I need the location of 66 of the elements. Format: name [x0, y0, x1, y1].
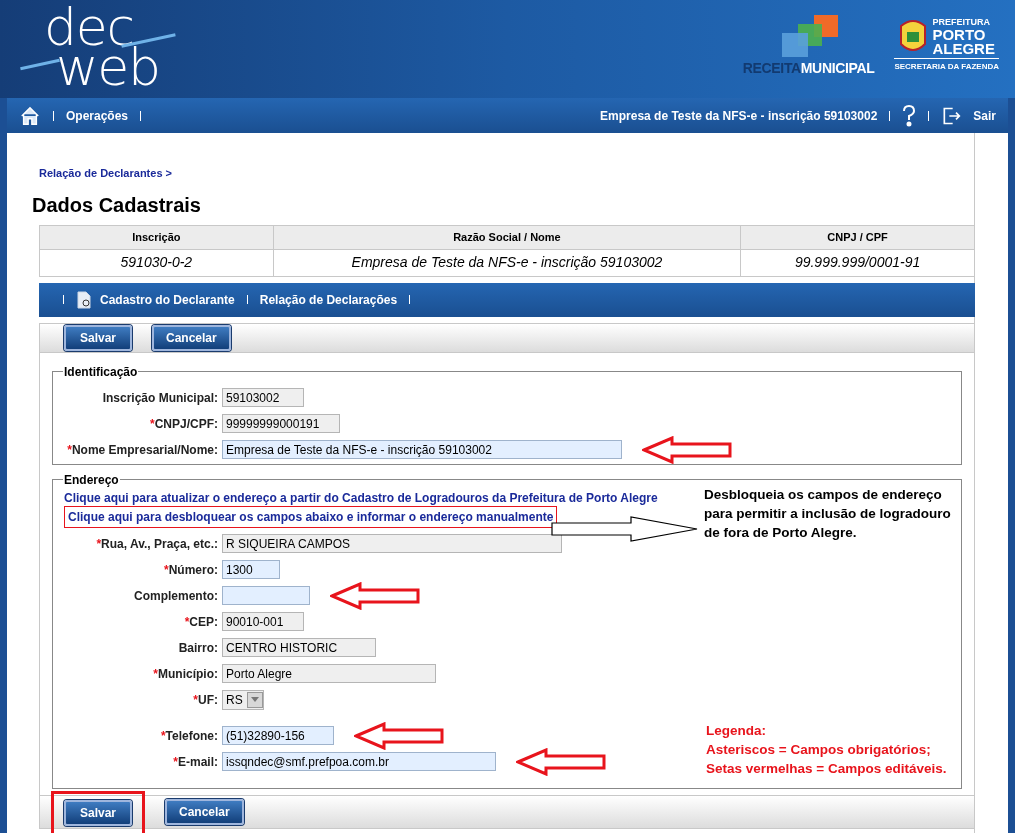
toolbar-button[interactable]: Salvar [64, 324, 132, 351]
input-field[interactable]: 99999999000191 [222, 414, 340, 433]
state-select[interactable]: RS [222, 689, 264, 710]
field-label: Inscrição Municipal: [102, 389, 218, 407]
field-label: Telefone: [165, 727, 218, 745]
field-label: Rua, Av., Praça, etc.: [101, 535, 218, 553]
document-icon [76, 290, 92, 309]
field-label: Município: [158, 665, 218, 683]
table-header: Razão Social / Nome [273, 225, 741, 249]
toolbar-button[interactable]: Cancelar [152, 324, 231, 351]
help-icon[interactable] [902, 104, 917, 127]
decweb-logo: dec web [16, 1, 188, 97]
receita-logo: RECEITAMUNICIPAL [742, 15, 875, 89]
input-field[interactable]: (51)32890-156 [222, 726, 334, 745]
input-field[interactable]: Empresa de Teste da NFS-e - inscrição 59103002 [222, 440, 622, 459]
page-title: Dados Cadastrais [32, 192, 202, 217]
field-label: Complemento: [134, 587, 218, 605]
exit-link[interactable]: Sair [973, 106, 996, 125]
required-mark: * [153, 665, 158, 683]
field-label: UF: [198, 691, 218, 709]
save-button[interactable]: Salvar [64, 799, 132, 826]
field-label: CNPJ/CPF: [154, 415, 218, 433]
required-mark: * [164, 561, 169, 579]
prefeitura-logo: PREFEITURA PORTO ALEGRE SECRETARIA DA FAZENDA [894, 16, 999, 73]
required-mark: * [160, 727, 166, 745]
required-mark: * [150, 415, 155, 433]
input-field[interactable] [222, 586, 310, 605]
table-header: CNPJ / CPF [740, 225, 975, 249]
tab[interactable]: Relação de Declarações [259, 290, 398, 309]
input-field[interactable]: 59103002 [222, 388, 304, 407]
input-field[interactable]: CENTRO HISTORIC [222, 638, 376, 657]
company-name: Empresa de Teste da NFS-e - inscrição 59103002 [600, 107, 878, 125]
table-cell: 591030-0-2 [39, 249, 274, 276]
required-mark: * [173, 753, 178, 771]
required-mark: * [184, 613, 190, 631]
table-header: Inscrição [39, 225, 274, 249]
required-mark: * [193, 691, 198, 709]
exit-icon[interactable] [941, 105, 962, 126]
home-icon[interactable] [19, 104, 41, 127]
address-link[interactable]: Clique aqui para atualizar o endereço a partir do Cadastro de Logradouros da Prefeitura de Porto Alegre [64, 489, 658, 507]
input-field[interactable]: issqndec@smf.prefpoa.com.br [222, 752, 496, 771]
table-cell: Empresa de Teste da NFS-e - inscrição 59103002 [273, 249, 741, 276]
tab[interactable]: Cadastro do Declarante [76, 290, 235, 309]
input-field[interactable]: Porto Alegre [222, 664, 436, 683]
input-field[interactable]: R SIQUEIRA CAMPOS [222, 534, 562, 553]
field-label: Bairro: [178, 639, 218, 657]
breadcrumb-link[interactable]: Relação de Declarantes > [39, 167, 172, 179]
required-mark: * [67, 441, 72, 459]
table-cell: 99.999.999/0001-91 [740, 249, 975, 276]
fieldset-legend: Endereço [63, 470, 120, 489]
field-label: E-mail: [178, 753, 218, 771]
toolbar-button[interactable]: Cancelar [165, 798, 244, 825]
address-link[interactable]: Clique aqui para desbloquear os campos abaixo e informar o endereço manualmente [64, 506, 558, 528]
fieldset-legend: Identificação [63, 362, 139, 381]
field-label: CEP: [189, 613, 218, 631]
legend-text: Asteriscos = Campos obrigatórios; [706, 740, 932, 759]
field-label: Número: [168, 561, 218, 579]
dropdown-caret-icon [247, 691, 263, 708]
field-label: Nome Empresarial/Nome: [71, 441, 218, 459]
legend-text: Legenda: [706, 721, 767, 740]
input-field[interactable]: 1300 [222, 560, 280, 579]
input-field[interactable]: 90010-001 [222, 612, 304, 631]
callout-text: Desbloqueia os campos de endereço para permitir a inclusão de logradouro de fora de Porto Alegre. [704, 485, 952, 542]
nav-link[interactable]: Operações [66, 106, 129, 125]
required-mark: * [96, 535, 102, 553]
legend-text: Setas vermelhas = Campos editáveis. [706, 759, 947, 778]
